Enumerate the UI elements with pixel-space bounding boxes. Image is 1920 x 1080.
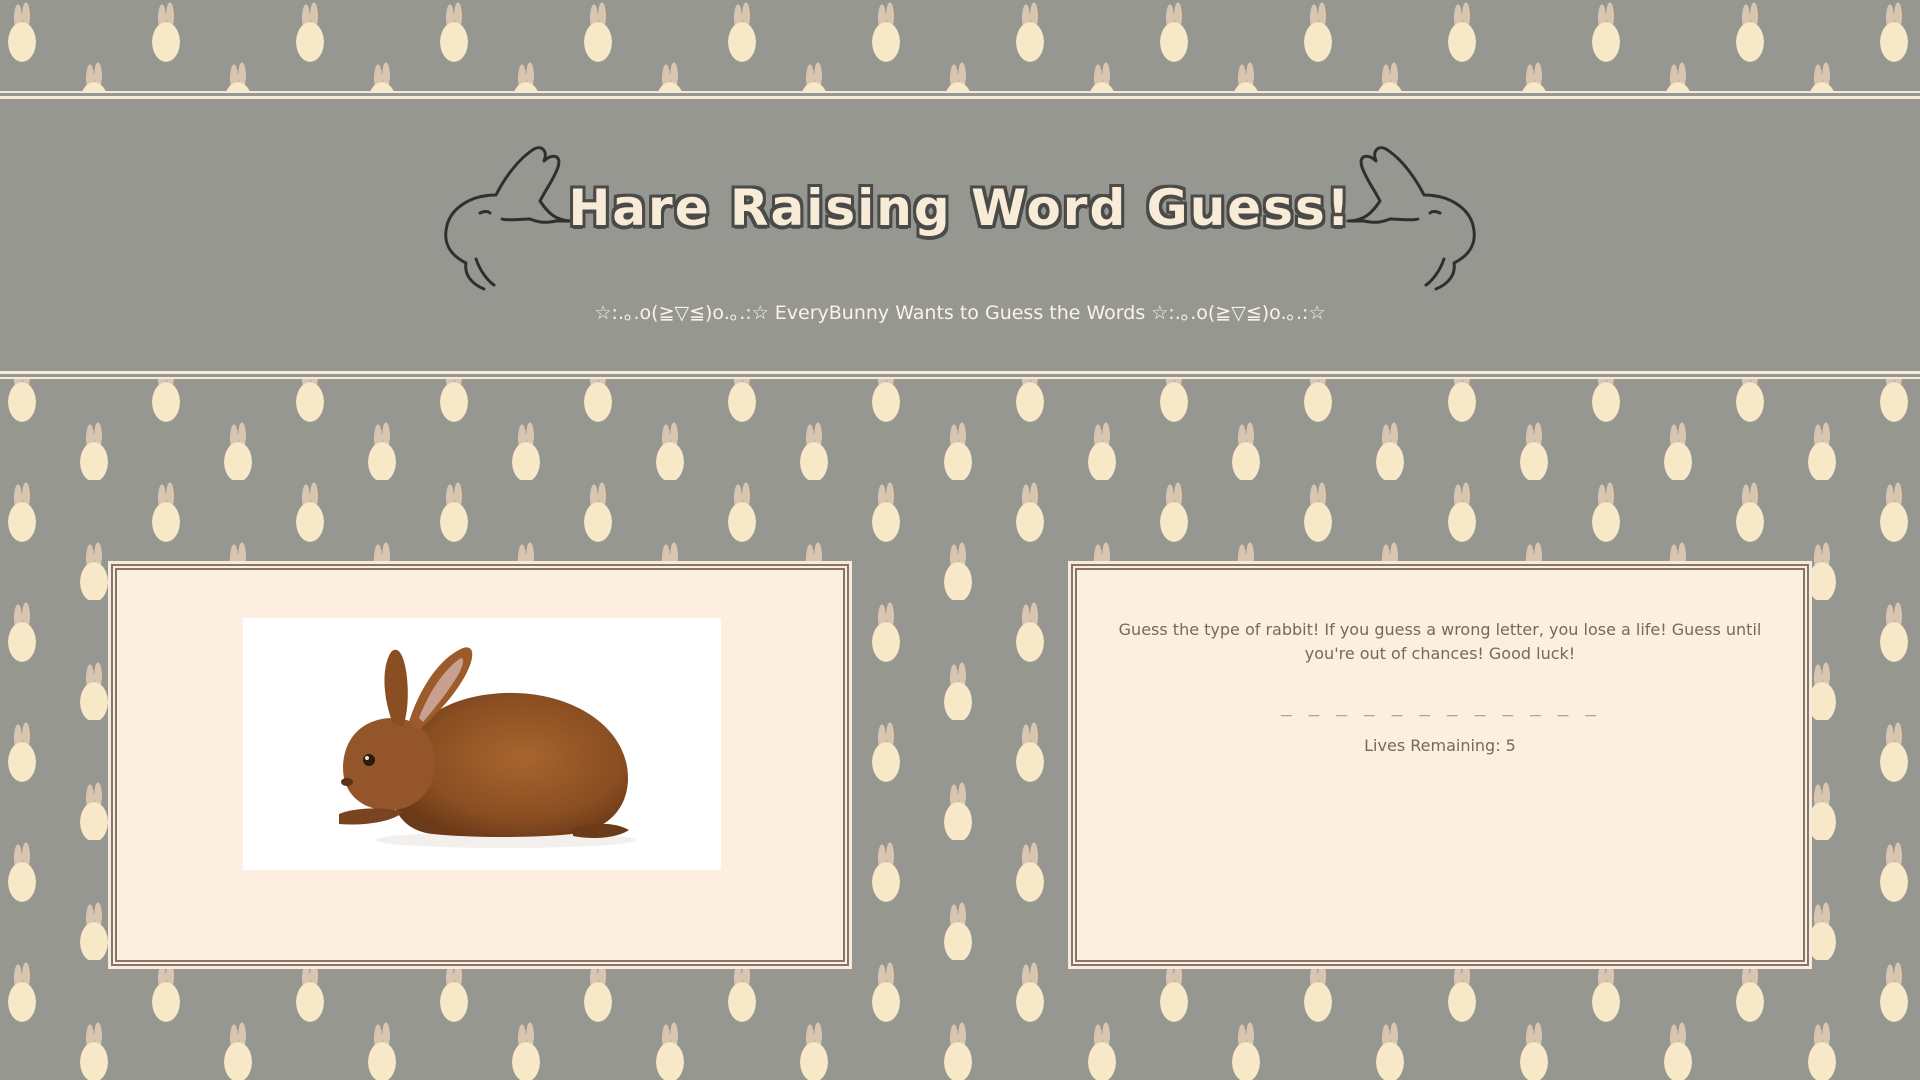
page-title: Hare Raising Word Guess! <box>568 179 1352 237</box>
brown-rabbit-image <box>339 647 635 848</box>
rabbit-photo <box>243 618 721 870</box>
image-panel <box>108 561 852 969</box>
word-blanks: _ _ _ _ _ _ _ _ _ _ _ _ <box>1280 696 1600 717</box>
game-panel: Guess the type of rabbit! If you guess a… <box>1068 561 1812 969</box>
lives-remaining: Lives Remaining: 5 <box>1364 736 1516 755</box>
header-banner: Hare Raising Word Guess! ☆:.｡.o(≧▽≦)o.｡.… <box>0 91 1920 379</box>
instructions-text: Guess the type of rabbit! If you guess a… <box>1118 620 1762 663</box>
bunny-outline-icon <box>1346 146 1476 291</box>
page-subtitle: ☆:.｡.o(≧▽≦)o.｡.:☆ EveryBunny Wants to Gu… <box>594 302 1326 324</box>
